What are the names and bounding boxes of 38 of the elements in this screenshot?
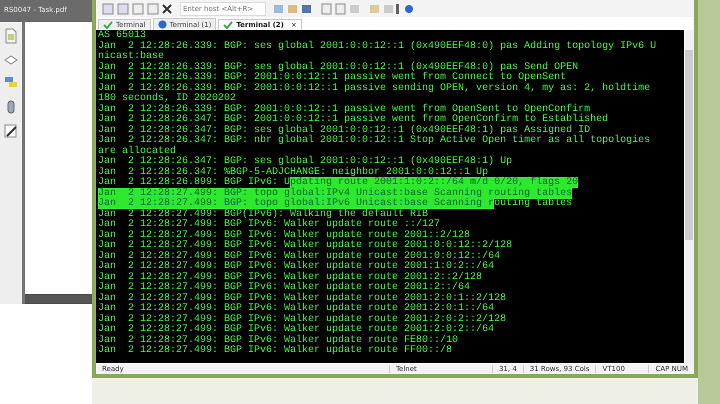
terminal-line: Jan 2 12:28:26.347: BGP: nbr global 2001:0:0:12::1 Stop Active Open timer as all topologies bbox=[98, 136, 652, 146]
terminal-line: Jan 2 12:28:27.499: BGP IPv6: Walker update route FF00::/8 bbox=[98, 346, 454, 356]
terminal-line: Jan 2 12:28:27.499: BGP IPv6: Walker update route 2001:2::/64 bbox=[98, 283, 470, 293]
toolbar-icons-drawing[interactable] bbox=[102, 2, 174, 14]
terminal-line: Jan 2 12:28:27.499: BGP IPv6: Walker update route ::/127 bbox=[98, 220, 440, 230]
page-icon[interactable] bbox=[4, 28, 18, 44]
terminal-line: Jan 2 12:28:27.499: BGP IPv6: Walker update route 2001:2:0:2::2/128 bbox=[98, 314, 508, 324]
terminal-line: Jan 2 12:28:27.499: BGP(IPv6): Walking the default RIB bbox=[98, 210, 428, 220]
terminal-line: Jan 2 12:28:26.339: BGP: 2001:0:0:12::1 passive went from Connect to OpenSent bbox=[98, 73, 568, 83]
signature-icon[interactable] bbox=[4, 124, 18, 138]
terminal-line: Jan 2 12:28:26.339: BGP: ses global 2001:0:0:12::1 (0x490EEF48:0) pas Adding topology IPv6 U bbox=[98, 42, 658, 52]
terminal-line: 180 seconds, ID 2020202 bbox=[98, 94, 238, 104]
terminal-line: Jan 2 12:28:27.499: BGP IPv6: Walker update route 2001:1:0:2::/64 bbox=[98, 262, 496, 272]
layers-icon[interactable] bbox=[4, 54, 18, 66]
terminal-line: Jan 2 12:28:26.347: BGP: ses global 2001:0:0:12::1 (0x490EEF48:1) Up bbox=[98, 157, 514, 167]
terminal-line: Jan 2 12:28:26.347: BGP: ses global 2001:0:0:12::1 (0x490EEF48:1) pas Assigned ID bbox=[98, 126, 591, 136]
terminal-line: nicast:base bbox=[98, 52, 166, 62]
terminal-line: Jan 2 12:28:27.499: BGP IPv6: Walker update route 2001:2:0:2::/64 bbox=[98, 325, 496, 335]
terminal-line: are allocated bbox=[98, 146, 176, 156]
check-icon bbox=[223, 21, 234, 29]
terminal-line: Jan 2 12:28:26.339: BGP: 2001:0:0:12::1 passive sending OPEN, version 4, my as: 2, holdtime bbox=[98, 84, 652, 94]
terminal-line: Jan 2 12:28:27.499: BGP IPv6: Walker update route 2001:2:0:1::/64 bbox=[98, 304, 494, 314]
check-icon bbox=[103, 21, 113, 29]
terminal-line: Jan 2 12:28:26.347: %BGP-5-ADJCHANGE: neighbor 2001:0:0:12::1 Up bbox=[98, 168, 490, 178]
terminal-line: AS 65013 bbox=[98, 31, 148, 41]
terminal-line: Jan 2 12:28:26.339: BGP: ses global 2001:0:0:12::1 (0x490EEF48:0) pas Send OPEN bbox=[98, 62, 580, 72]
terminal-line: Jan 2 12:28:27.499: BGP: topo global:IPv6 Unicast:base Scanning routing tables bbox=[98, 199, 574, 209]
scrollbar[interactable] bbox=[684, 30, 694, 363]
terminal-line: Jan 2 12:28:27.499: BGP IPv6: Walker update route 2001:0:0:12::2/128 bbox=[98, 241, 514, 251]
terminal-line: Jan 2 12:28:27.499: BGP IPv6: Walker update route 2001::2/128 bbox=[98, 230, 470, 240]
terminal-line: Jan 2 12:28:27.499: BGP IPv6: Walker update route 2001:0:0:12::/64 bbox=[98, 252, 502, 262]
terminal-line: Jan 2 12:28:26.899: BGP IPv6: Updating route 2001:1:0:2::/64 m/d 0/20, flags 20 bbox=[98, 178, 580, 188]
terminal-line: Jan 2 12:28:26.339: BGP: 2001:0:0:12::1 passive went from OpenSent to OpenConfirm bbox=[98, 104, 590, 114]
terminal-line: Jan 2 12:28:27.499: BGP IPv6: Walker update route 2001:2::2/128 bbox=[98, 272, 484, 282]
comments-icon[interactable] bbox=[4, 76, 18, 90]
terminal-line: Jan 2 12:28:27.499: BGP IPv6: Walker update route FE80::/10 bbox=[98, 336, 460, 346]
terminal-line: Jan 2 12:28:26.347: BGP: 2001:0:0:12::1 passive went from OpenConfirm to Established bbox=[98, 115, 610, 125]
terminal-line: Jan 2 12:28:27.499: BGP IPv6: Walker update route 2001:2:0:1::2/128 bbox=[98, 294, 508, 304]
